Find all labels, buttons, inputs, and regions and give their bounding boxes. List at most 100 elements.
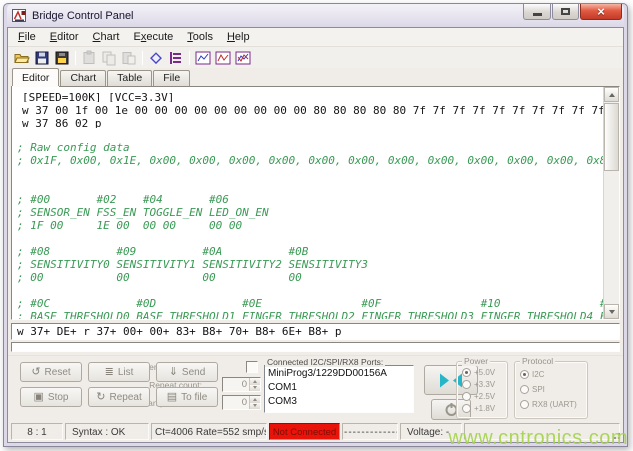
menu-item-editor[interactable]: Editor [43, 29, 86, 46]
radio-3-3v[interactable]: +3.3V [462, 380, 495, 389]
reset-icon: ↺ [31, 367, 40, 377]
menu-item-file[interactable]: File [11, 29, 43, 46]
window-title: Bridge Control Panel [32, 10, 522, 22]
repeat-button[interactable]: ↻Repeat [88, 387, 150, 407]
app-window: Bridge Control Panel × FileEditorChartEx… [3, 3, 628, 447]
triangle-up-icon [609, 93, 615, 97]
radio-label: RX8 (UART) [532, 400, 577, 409]
editor-line: ; 00 00 00 00 [17, 271, 603, 284]
editor-line: ; Raw config data [17, 141, 603, 154]
chart-multi-icon[interactable] [234, 49, 252, 67]
list-icon: ≣ [105, 367, 114, 377]
editor-line [17, 180, 603, 193]
radio-1-8v[interactable]: +1.8V [462, 404, 495, 413]
tab-table[interactable]: Table [107, 70, 152, 86]
radio-label: I2C [532, 370, 544, 379]
stop-icon: ▣ [34, 392, 44, 402]
menu-item-tools[interactable]: Tools [180, 29, 220, 46]
chart-variable-icon[interactable] [194, 49, 212, 67]
scan-period-down-arrow[interactable] [250, 403, 260, 410]
radio-button-icon [462, 404, 471, 413]
maximize-button[interactable] [552, 4, 579, 20]
scan-period-stepper[interactable]: 0 [222, 395, 261, 410]
repeat-count-stepper[interactable]: 0 [222, 377, 261, 392]
port-list-item[interactable]: COM3 [268, 395, 410, 409]
button-label: List [118, 367, 134, 378]
editor-line: w 37 00 1f 00 1e 00 00 00 00 00 00 00 00… [17, 102, 603, 115]
editor-line [17, 167, 603, 180]
command-line-box [11, 323, 620, 340]
button-label: Stop [48, 392, 69, 403]
port-list-item[interactable]: MiniProg3/1229DD00156A [268, 367, 410, 381]
editor-line: w 37 86 02 p [17, 115, 603, 128]
send-button[interactable]: ⇓Send [156, 362, 218, 382]
stop-button[interactable]: ▣ Stop [20, 387, 82, 407]
power-group: Power +5.0V+3.3V+2.5V+1.8V [456, 361, 508, 419]
toolbar [8, 47, 623, 68]
scan-period-value: 0 [223, 396, 249, 409]
minimize-button[interactable] [523, 4, 551, 20]
radio-i2c[interactable]: I2C [520, 370, 544, 379]
editor-line: ; #00 #02 #04 #06 [17, 193, 603, 206]
app-icon [12, 8, 27, 23]
editor-line [17, 128, 603, 141]
radio-button-icon [520, 400, 529, 409]
reset-button[interactable]: ↺Reset [20, 362, 82, 382]
repeat-icon: ↻ [96, 392, 105, 402]
radio-5-0v[interactable]: +5.0V [462, 368, 495, 377]
close-button[interactable]: × [580, 4, 622, 20]
title-bar[interactable]: Bridge Control Panel × [7, 4, 624, 27]
triangle-down-icon [609, 310, 615, 314]
repeat-count-value: 0 [223, 378, 249, 391]
scroll-down-arrow[interactable] [604, 304, 619, 319]
editor-vertical-scrollbar[interactable] [603, 87, 619, 319]
port-list-item[interactable]: COM1 [268, 381, 410, 395]
close-icon: × [597, 6, 605, 18]
editor-line: ; SENSITIVITY0 SENSITIVITY1 SENSITIVITY2… [17, 258, 603, 271]
editor-pane[interactable]: [SPEED=100K] [VCC=3.3V]w 37 00 1f 00 1e … [11, 86, 620, 320]
button-label: Send [182, 367, 205, 378]
editor-line: [SPEED=100K] [VCC=3.3V] [17, 89, 603, 102]
menu-item-chart[interactable]: Chart [86, 29, 127, 46]
to-file-button[interactable]: ▤To file [156, 387, 218, 407]
radio-button-icon [462, 380, 471, 389]
radio-label: +3.3V [474, 380, 495, 389]
connected-ports-list[interactable]: MiniProg3/1229DD00156ACOM1COM3 [264, 365, 414, 413]
watermark: www.cntronics.com [448, 427, 628, 450]
maximize-icon [561, 8, 570, 15]
menu-item-execute[interactable]: Execute [126, 29, 180, 46]
send-all-strings-checkbox[interactable] [246, 361, 258, 373]
tab-file[interactable]: File [153, 70, 190, 86]
radio-button-icon [462, 392, 471, 401]
chart-scale-icon[interactable] [214, 49, 232, 67]
send-list-icon[interactable] [167, 49, 185, 67]
radio-spi[interactable]: SPI [520, 385, 545, 394]
toolbar-separator [189, 51, 190, 65]
radio-rx8-uart[interactable]: RX8 (UART) [520, 400, 577, 409]
repeat-count-down-arrow[interactable] [250, 385, 260, 392]
scroll-up-arrow[interactable] [604, 87, 619, 102]
command-line-scroll-strip[interactable] [11, 342, 620, 352]
open-file-icon[interactable] [13, 49, 31, 67]
save-program-icon[interactable] [53, 49, 71, 67]
button-label: To file [181, 392, 207, 403]
radio-button-icon [520, 385, 529, 394]
tab-chart[interactable]: Chart [60, 70, 106, 86]
syntax-check-icon[interactable] [147, 49, 165, 67]
command-line-input[interactable] [12, 325, 619, 338]
connected-ports-label: Connected I2C/SPI/RX8 Ports: [265, 357, 385, 367]
editor-code[interactable]: [SPEED=100K] [VCC=3.3V]w 37 00 1f 00 1e … [12, 87, 603, 319]
tab-editor[interactable]: Editor [12, 68, 59, 86]
radio-label: +5.0V [474, 368, 495, 377]
scrollbar-thumb[interactable] [604, 103, 619, 171]
status-ratio: 8 : 1 [11, 423, 63, 440]
menu-item-help[interactable]: Help [220, 29, 257, 46]
power-group-label: Power [462, 356, 490, 366]
protocol-group: Protocol I2CSPIRX8 (UART) [514, 361, 588, 419]
radio-2-5v[interactable]: +2.5V [462, 392, 495, 401]
editor-line: ; SENSOR_EN FSS_EN TOGGLE_EN LED_ON_EN [17, 206, 603, 219]
save-file-icon[interactable] [33, 49, 51, 67]
list-button[interactable]: ≣ List [88, 362, 150, 382]
editor-line: ; #08 #09 #0A #0B [17, 245, 603, 258]
radio-label: SPI [532, 385, 545, 394]
